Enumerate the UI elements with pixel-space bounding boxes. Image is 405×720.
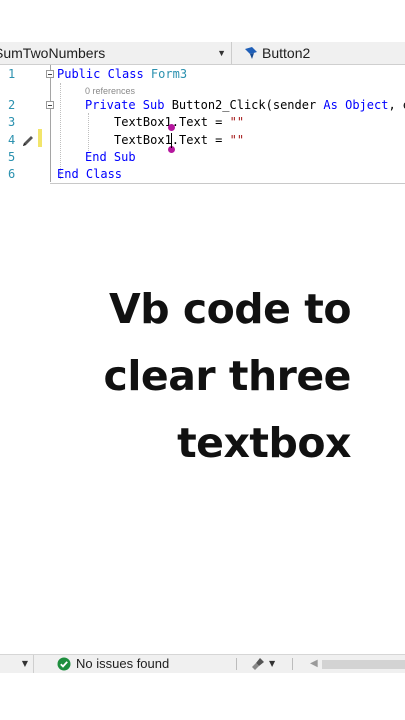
indent-guide: [88, 113, 89, 151]
line-number: 5: [8, 150, 16, 164]
keyword: Private Sub: [85, 98, 172, 112]
brush-icon[interactable]: [251, 657, 265, 671]
video-caption: Vb code to clear three textbox: [51, 276, 352, 477]
editor-status-bar: ▼ No issues found ▼ ◀: [0, 654, 405, 673]
method-signature: Button2_Click(sender: [171, 98, 324, 112]
horizontal-scrollbar[interactable]: [322, 660, 405, 669]
line-number: 3: [8, 115, 16, 129]
code-line-1: Public Class Form3: [57, 67, 187, 81]
keyword: End Sub: [85, 150, 136, 164]
event-icon: [245, 47, 257, 59]
collapse-toggle[interactable]: [46, 70, 54, 78]
codelens-references[interactable]: 0 references: [85, 86, 135, 96]
keyword: Public Class: [57, 67, 151, 81]
class-name: Form3: [150, 67, 188, 81]
divider: [236, 658, 237, 670]
line-number: 2: [8, 98, 16, 112]
chevron-down-icon[interactable]: ▼: [269, 659, 275, 668]
caption-line: clear three: [103, 352, 352, 400]
outline-guide: [50, 65, 51, 182]
editor-divider: [50, 183, 405, 184]
class-dropdown-label: SumTwoNumbers: [0, 45, 106, 61]
issues-status[interactable]: No issues found: [76, 655, 169, 673]
keyword: As: [323, 98, 346, 112]
text-cursor: [171, 133, 172, 148]
keyword: End Class: [57, 167, 123, 181]
keyword: Object: [345, 98, 389, 112]
code-editor[interactable]: 1 2 3 4 5 6 Public Class Form3 0 referen…: [0, 65, 405, 185]
change-marker: [38, 129, 42, 147]
code-line-5: End Sub: [85, 150, 136, 164]
caption-line: Vb code to: [108, 285, 352, 333]
code-line-2: Private Sub Button2_Click(sender As Obje…: [85, 98, 405, 112]
scroll-left-icon[interactable]: ◀: [310, 658, 318, 669]
ink-mark: [168, 124, 175, 131]
collapse-toggle[interactable]: [46, 101, 54, 109]
code-line-4: TextBox1.Text = "": [114, 133, 244, 147]
divider: [292, 658, 293, 670]
pencil-icon: [23, 136, 33, 146]
member-dropdown[interactable]: Button2: [238, 42, 405, 64]
method-signature-tail: , e: [388, 98, 405, 112]
navigation-bar: SumTwoNumbers ▼ Button2: [0, 42, 405, 65]
member-dropdown-label: Button2: [262, 45, 311, 61]
code-line-6: End Class: [57, 167, 122, 181]
line-number: 6: [8, 167, 16, 181]
check-circle-icon: [57, 657, 71, 671]
chevron-down-icon: ▼: [21, 659, 28, 668]
string-literal: "": [229, 133, 245, 147]
code-line-3: TextBox1.Text = "": [114, 115, 244, 129]
indent-guide: [60, 83, 61, 179]
line-number: 1: [8, 67, 16, 81]
caption-line: textbox: [177, 419, 351, 467]
class-dropdown[interactable]: SumTwoNumbers ▼: [0, 42, 232, 64]
chevron-down-icon: ▼: [217, 48, 226, 58]
zoom-dropdown[interactable]: ▼: [0, 655, 34, 673]
string-literal: "": [229, 115, 245, 129]
line-number: 4: [8, 133, 16, 147]
